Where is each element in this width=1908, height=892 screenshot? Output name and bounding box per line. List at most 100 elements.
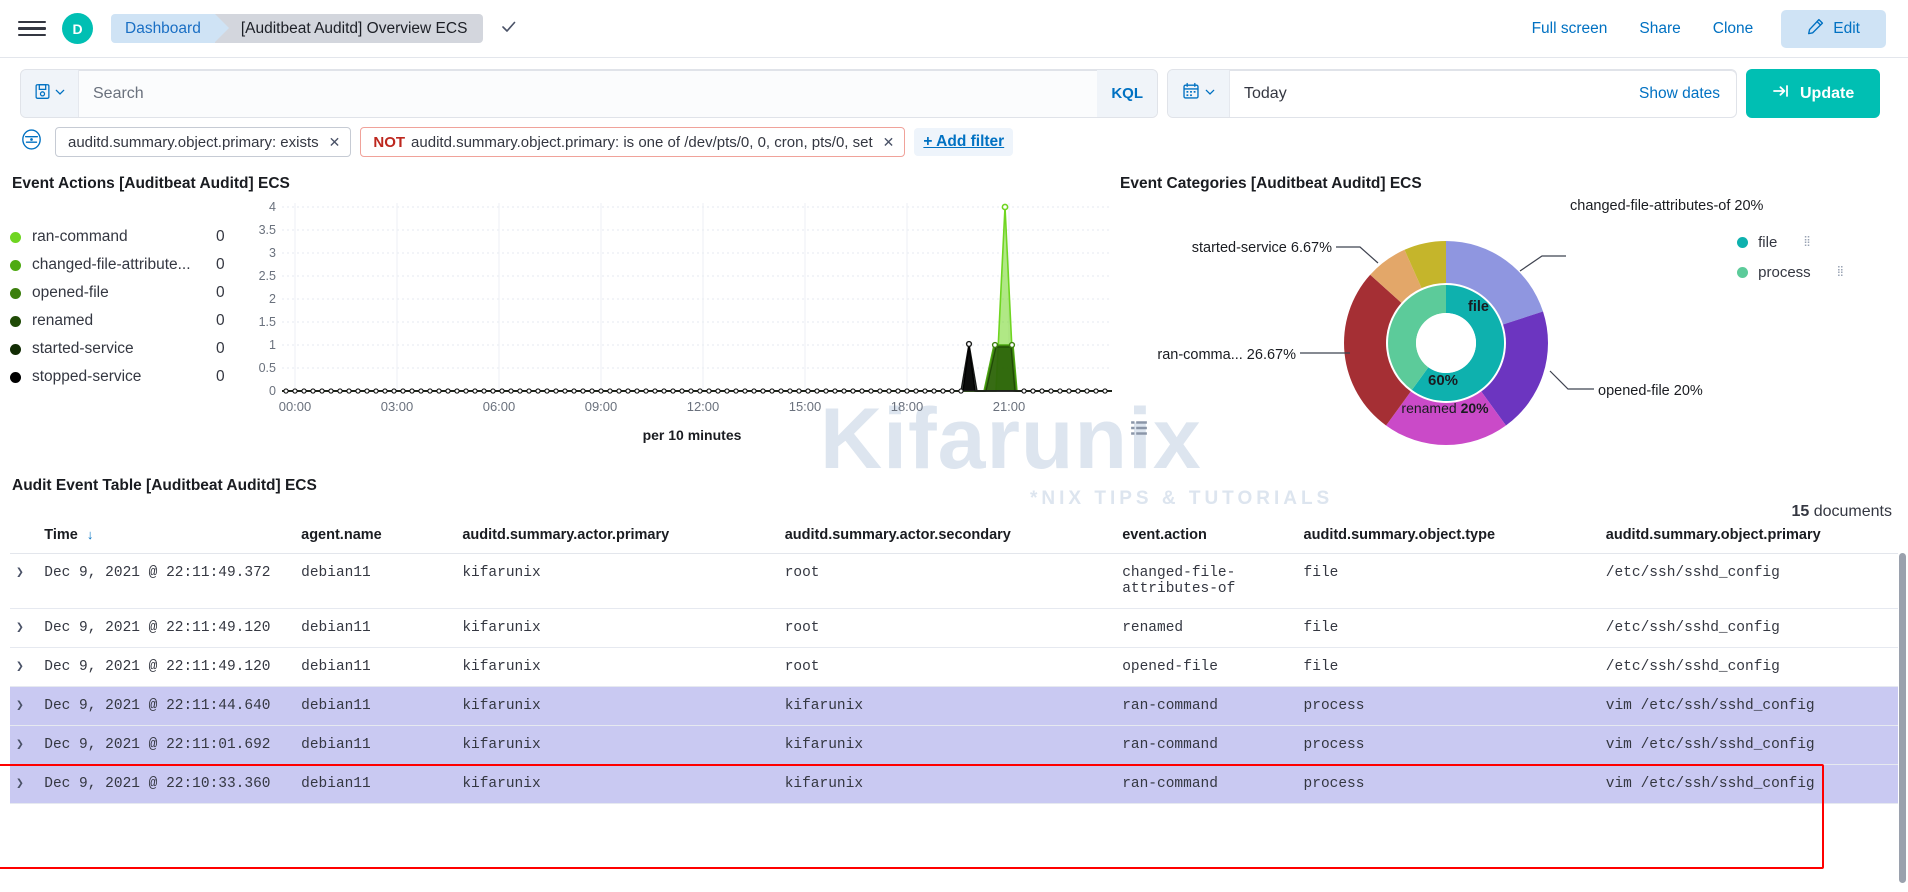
legend-item[interactable]: ran-command 0: [10, 223, 250, 251]
legend-item-process[interactable]: process ⣿: [1737, 257, 1844, 287]
donut-chart[interactable]: file 60% renamed 20% changed-file-attrib…: [1118, 193, 1898, 493]
filter-pill-negated[interactable]: NOT auditd.summary.object.primary: is on…: [360, 127, 906, 157]
donut-inner-label-file: file: [1468, 299, 1489, 315]
breadcrumb-current[interactable]: [Auditbeat Auditd] Overview ECS: [214, 14, 484, 43]
column-header-object-type[interactable]: auditd.summary.object.type: [1303, 521, 1606, 554]
pencil-icon: [1807, 18, 1824, 40]
y-tick: 3.5: [258, 223, 276, 237]
column-header-event-action[interactable]: event.action: [1122, 521, 1304, 554]
filter-pill-text: auditd.summary.object.primary: is one of…: [411, 133, 873, 151]
check-icon[interactable]: [499, 17, 518, 41]
column-header-time[interactable]: Time ↓: [44, 521, 302, 554]
expand-row-button[interactable]: ❯: [10, 686, 45, 726]
x-tick: 03:00: [380, 399, 414, 414]
line-chart-svg: [282, 203, 1112, 394]
filter-settings-icon[interactable]: [20, 128, 43, 156]
y-tick: 2: [269, 292, 276, 306]
expand-row-button[interactable]: ❯: [10, 647, 45, 687]
expand-row-button[interactable]: ❯: [10, 764, 45, 804]
legend-item[interactable]: stopped-service 0: [10, 363, 250, 391]
close-icon[interactable]: ✕: [883, 134, 895, 151]
chevron-down-icon: [54, 85, 66, 103]
full-screen-button[interactable]: Full screen: [1516, 20, 1624, 38]
hamburger-menu-icon[interactable]: [18, 15, 46, 43]
edit-button[interactable]: Edit: [1781, 9, 1886, 48]
column-header-actor-secondary[interactable]: auditd.summary.actor.secondary: [784, 521, 1123, 554]
legend-item[interactable]: opened-file 0: [10, 279, 250, 307]
x-axis: 00:00 03:00 06:00 09:00 12:00 15:00 18:0…: [279, 395, 1102, 419]
cell-actor-primary: kifarunix: [462, 764, 785, 804]
legend-item[interactable]: changed-file-attribute... 0: [10, 251, 250, 279]
legend-value: 0: [216, 228, 225, 245]
table-row[interactable]: ❯ Dec 9, 2021 @ 22:11:44.640 debian11 ki…: [10, 686, 1898, 726]
audit-event-table-panel: Audit Event Table [Auditbeat Auditd] ECS…: [0, 471, 1908, 869]
close-icon[interactable]: ✕: [329, 134, 341, 151]
expand-row-button[interactable]: ❯: [10, 725, 45, 765]
add-filter-button[interactable]: + Add filter: [914, 128, 1014, 156]
panel-title-event-actions: Event Actions [Auditbeat Auditd] ECS: [12, 175, 290, 192]
saved-query-button[interactable]: [21, 70, 79, 117]
x-tick: 09:00: [584, 399, 618, 414]
y-tick: 0.5: [258, 361, 276, 375]
cell-event-action: ran-command: [1122, 764, 1304, 804]
clone-button[interactable]: Clone: [1697, 20, 1770, 38]
legend-grip-icon[interactable]: ⣿: [1837, 267, 1844, 277]
legend-color-dot: [1737, 266, 1749, 278]
cell-event-action: renamed: [1122, 608, 1304, 648]
cell-actor-primary: kifarunix: [462, 553, 785, 609]
top-nav-actions: Full screen Share Clone Edit: [1516, 9, 1886, 48]
expand-row-button[interactable]: ❯: [10, 553, 45, 609]
cell-actor-secondary: root: [784, 608, 1123, 648]
cell-object-primary: vim /etc/ssh/sshd_config: [1605, 764, 1898, 804]
legend-item-file[interactable]: file ⣿: [1737, 227, 1844, 257]
update-button[interactable]: Update: [1746, 69, 1881, 118]
legend-color-dot: [10, 343, 21, 355]
legend-value: 0: [216, 256, 225, 273]
filter-pill[interactable]: auditd.summary.object.primary: exists ✕: [55, 127, 352, 157]
cell-agent-name: debian11: [301, 647, 463, 687]
line-chart-plot[interactable]: 4 3.5 3 2.5 2 1.5 1 0.5 0 00:00 03:00 06…: [250, 200, 1147, 443]
cell-event-action: ran-command: [1122, 686, 1304, 726]
column-header-agent-name[interactable]: agent.name: [301, 521, 463, 554]
legend-item[interactable]: renamed 0: [10, 307, 250, 335]
legend-item[interactable]: started-service 0: [10, 335, 250, 363]
donut-slice-label-opened-file: opened-file 20%: [1598, 383, 1703, 399]
legend-grip-icon[interactable]: ⣿: [1803, 237, 1810, 247]
calendar-quick-select-button[interactable]: [1168, 70, 1230, 117]
breadcrumb-dashboard[interactable]: Dashboard: [111, 14, 229, 43]
calendar-icon: [1182, 82, 1200, 105]
sort-down-arrow-icon[interactable]: ↓: [87, 527, 94, 542]
legend-color-dot: [10, 287, 21, 299]
cell-actor-primary: kifarunix: [462, 725, 785, 765]
cell-object-primary: /etc/ssh/sshd_config: [1605, 647, 1898, 687]
table-row[interactable]: ❯ Dec 9, 2021 @ 22:11:49.120 debian11 ki…: [10, 608, 1898, 648]
expand-row-button[interactable]: ❯: [10, 608, 45, 648]
cell-time: Dec 9, 2021 @ 22:11:49.120: [44, 608, 302, 648]
column-header-object-primary[interactable]: auditd.summary.object.primary: [1605, 521, 1898, 554]
panel-title-event-categories: Event Categories [Auditbeat Auditd] ECS: [1120, 175, 1422, 192]
table-row[interactable]: ❯ Dec 9, 2021 @ 22:10:33.360 debian11 ki…: [10, 764, 1898, 804]
refresh-arrow-icon: [1772, 83, 1790, 104]
legend-label: changed-file-attribute...: [32, 256, 191, 273]
cell-actor-primary: kifarunix: [462, 647, 785, 687]
show-dates-button[interactable]: Show dates: [1623, 70, 1736, 117]
search-input[interactable]: [79, 70, 1098, 117]
cell-object-primary: /etc/ssh/sshd_config: [1605, 608, 1898, 648]
cell-object-primary: vim /etc/ssh/sshd_config: [1605, 686, 1898, 726]
kql-language-button[interactable]: KQL: [1097, 70, 1157, 117]
table-row[interactable]: ❯ Dec 9, 2021 @ 22:11:49.120 debian11 ki…: [10, 647, 1898, 687]
filter-pill-text: auditd.summary.object.primary: exists: [68, 133, 319, 151]
panel-title-audit-event-table: Audit Event Table [Auditbeat Auditd] ECS: [12, 477, 317, 494]
share-button[interactable]: Share: [1623, 20, 1696, 38]
legend-color-dot: [10, 371, 21, 383]
date-range-value[interactable]: Today: [1230, 70, 1623, 117]
donut-inner-value-file: 60%: [1428, 372, 1458, 389]
table-row[interactable]: ❯ Dec 9, 2021 @ 22:11:01.692 debian11 ki…: [10, 725, 1898, 765]
y-tick: 1.5: [258, 315, 276, 329]
column-header-actor-primary[interactable]: auditd.summary.actor.primary: [462, 521, 785, 554]
table-row[interactable]: ❯ Dec 9, 2021 @ 22:11:49.372 debian11 ki…: [10, 553, 1898, 609]
legend-color-dot: [10, 231, 21, 243]
avatar[interactable]: D: [62, 13, 93, 44]
top-navigation-bar: D Dashboard [Auditbeat Auditd] Overview …: [0, 0, 1908, 58]
legend-value: 0: [216, 284, 225, 301]
